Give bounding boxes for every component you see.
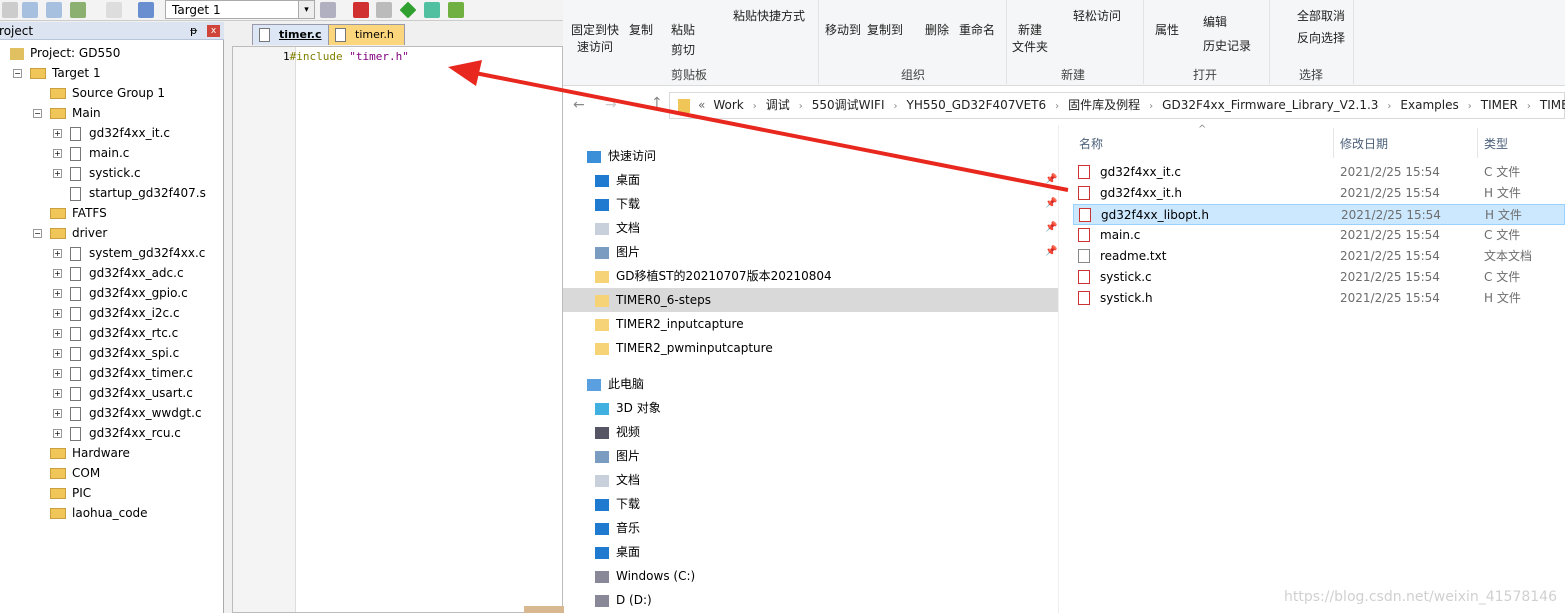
arrow-shaft xyxy=(469,70,1069,192)
arrow-head xyxy=(448,60,482,86)
taskbar-fragment xyxy=(524,606,564,613)
annotation-arrow xyxy=(448,60,1069,192)
